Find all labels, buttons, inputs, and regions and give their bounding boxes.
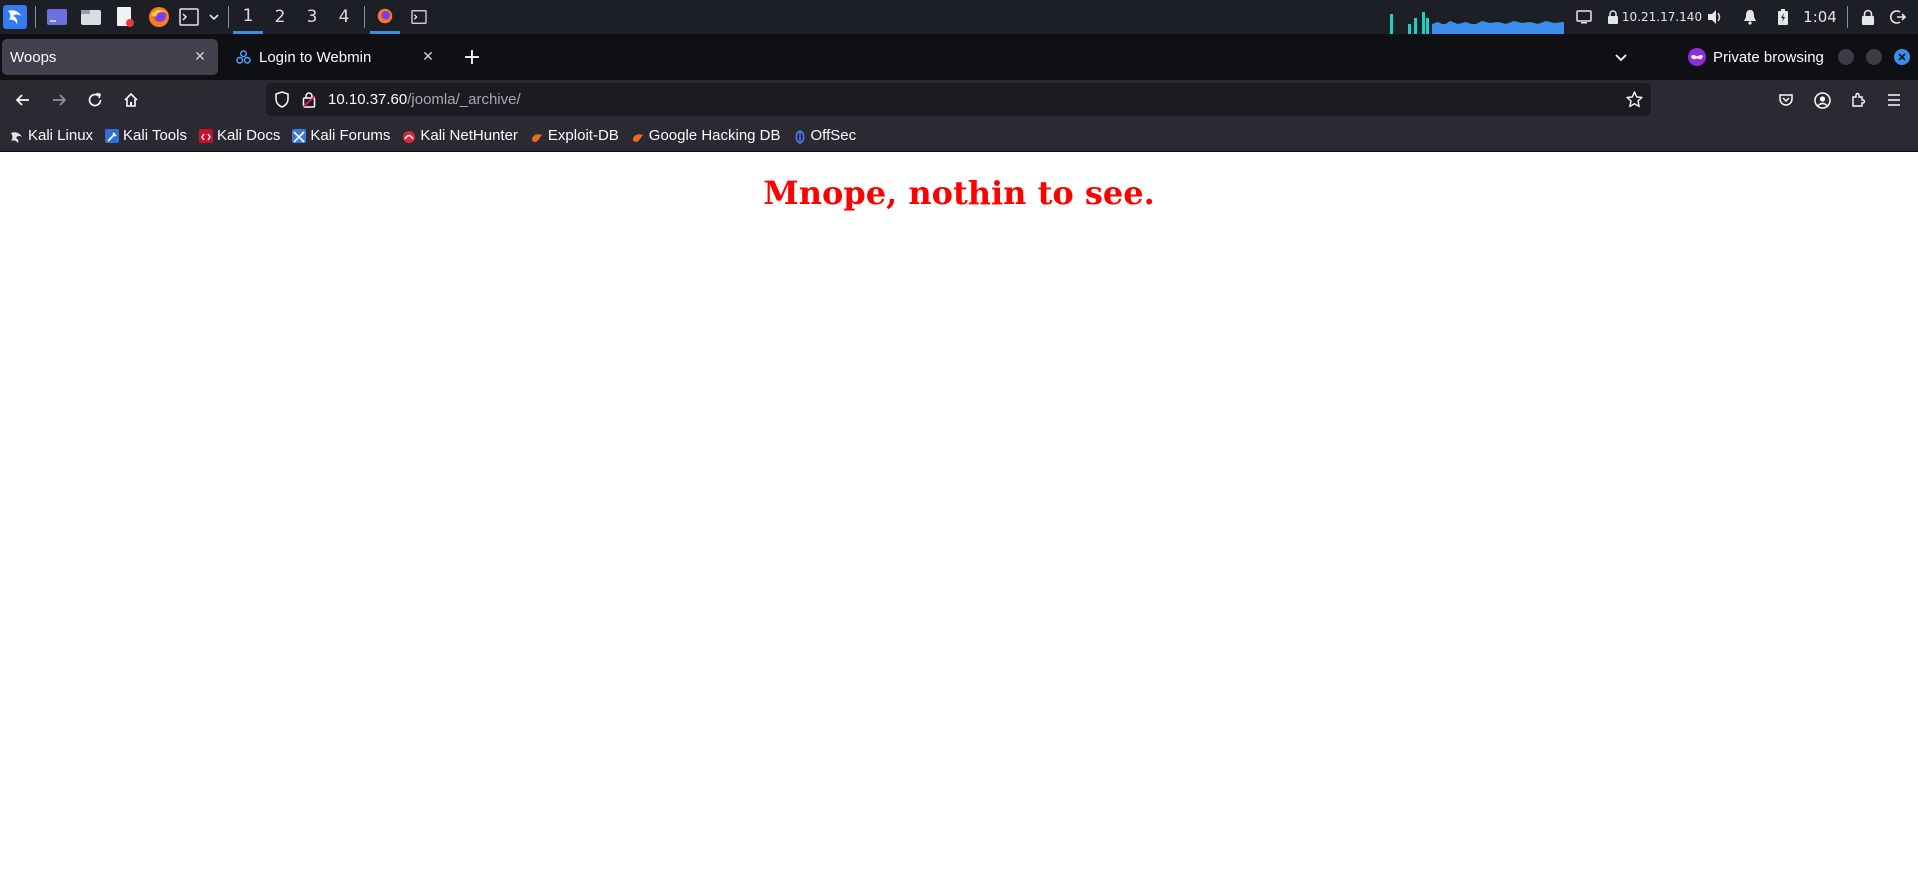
close-tab-icon[interactable]: ✕ <box>418 47 438 67</box>
bookmarks-toolbar: Kali Linux Kali Tools Kali Docs Kali For… <box>0 120 1918 152</box>
workspace-3[interactable]: 3 <box>297 0 327 34</box>
exploit-db-icon <box>530 129 544 143</box>
bookmark-label: Kali Linux <box>28 127 94 144</box>
new-tab-button[interactable]: + <box>458 43 486 71</box>
taskbar-terminal-window[interactable] <box>406 0 432 34</box>
maximize-window-button[interactable] <box>1866 49 1882 65</box>
webmin-favicon-icon <box>236 49 251 65</box>
bookmark-label: Kali Forums <box>310 127 391 144</box>
hamburger-menu-icon[interactable] <box>1878 84 1910 116</box>
bookmark-google-hacking-db[interactable]: Google Hacking DB <box>631 123 781 149</box>
bookmark-label: Google Hacking DB <box>648 127 781 144</box>
pocket-icon[interactable] <box>1770 84 1802 116</box>
kali-forums-icon <box>292 128 307 143</box>
private-browsing-indicator: Private browsing <box>1688 34 1824 80</box>
file-manager-icon[interactable] <box>78 0 104 34</box>
bookmark-kali-docs[interactable]: Kali Docs <box>198 123 281 149</box>
lock-screen-icon[interactable] <box>1858 0 1878 34</box>
text-editor-icon[interactable] <box>112 0 138 34</box>
workspace-1[interactable]: 1 <box>233 0 263 34</box>
back-button[interactable] <box>7 84 39 116</box>
offsec-icon <box>793 129 807 144</box>
kali-tools-icon <box>105 128 120 143</box>
battery-icon[interactable] <box>1774 0 1792 34</box>
chevron-down-icon[interactable] <box>202 0 226 34</box>
list-all-tabs-chevron-icon[interactable] <box>1610 47 1632 69</box>
tab-strip: Woops ✕ Login to Webmin ✕ + Private brow… <box>0 34 1918 80</box>
page-heading: Mnope, nothin to see. <box>763 174 1155 212</box>
notifications-bell-icon[interactable] <box>1740 0 1760 34</box>
bookmark-label: Kali Tools <box>123 127 187 144</box>
bookmark-label: Exploit-DB <box>547 127 619 144</box>
bookmark-label: Kali Docs <box>216 127 281 144</box>
url-text[interactable]: 10.10.37.60/joomla/_archive/ <box>328 83 521 116</box>
insecure-lock-icon[interactable] <box>302 91 316 112</box>
terminal-launcher-icon[interactable] <box>178 0 200 34</box>
bookmark-kali-linux[interactable]: Kali Linux <box>10 123 93 149</box>
tab-title: Login to Webmin <box>259 48 372 66</box>
clock[interactable]: 1:04 <box>1800 0 1840 34</box>
ip-address: 10.21.17.140 <box>1621 10 1703 24</box>
vpn-lock-icon[interactable] <box>1604 0 1622 34</box>
show-desktop-icon[interactable] <box>44 0 70 34</box>
private-mask-icon <box>1688 48 1706 66</box>
workspace-2[interactable]: 2 <box>265 0 295 34</box>
bookmark-label: Kali NetHunter <box>420 127 518 144</box>
home-button[interactable] <box>115 84 147 116</box>
kali-menu-icon[interactable] <box>2 0 28 34</box>
ghdb-icon <box>631 129 645 143</box>
workspace-4[interactable]: 4 <box>329 0 359 34</box>
address-bar[interactable]: 10.10.37.60/joomla/_archive/ <box>266 83 1651 116</box>
system-panel: 1 2 3 4 10.21.17.140 1:04 <box>0 0 1918 34</box>
bookmark-offsec[interactable]: OffSec <box>793 123 857 149</box>
kali-docs-icon <box>198 128 213 143</box>
firefox-launcher-icon[interactable] <box>146 0 172 34</box>
nethunter-icon <box>402 129 416 143</box>
bookmark-kali-tools[interactable]: Kali Tools <box>105 123 187 149</box>
network-monitor-graph <box>1388 0 1568 34</box>
private-browsing-label: Private browsing <box>1713 48 1824 66</box>
close-window-button[interactable] <box>1894 49 1910 65</box>
url-path: /joomla/_archive/ <box>407 91 521 108</box>
taskbar-firefox-window[interactable] <box>370 0 400 34</box>
tracking-protection-shield-icon[interactable] <box>274 91 290 112</box>
forward-button[interactable] <box>43 84 75 116</box>
bookmark-star-icon[interactable] <box>1626 91 1643 112</box>
account-icon[interactable] <box>1806 84 1838 116</box>
close-tab-icon[interactable]: ✕ <box>190 47 210 67</box>
extensions-icon[interactable] <box>1842 84 1874 116</box>
bookmark-label: OffSec <box>810 127 857 144</box>
logout-icon[interactable] <box>1888 0 1908 34</box>
bookmark-kali-nethunter[interactable]: Kali NetHunter <box>402 123 518 149</box>
tab-title: Woops <box>10 48 57 66</box>
volume-icon[interactable] <box>1704 0 1726 34</box>
display-icon[interactable] <box>1574 0 1594 34</box>
kali-dragon-icon <box>10 129 24 143</box>
bookmark-exploit-db[interactable]: Exploit-DB <box>530 123 619 149</box>
bookmark-kali-forums[interactable]: Kali Forums <box>292 123 390 149</box>
reload-button[interactable] <box>79 84 111 116</box>
navigation-toolbar: 10.10.37.60/joomla/_archive/ <box>0 80 1918 120</box>
minimize-window-button[interactable] <box>1838 49 1854 65</box>
page-content: Mnope, nothin to see. <box>0 152 1918 878</box>
tab-login-to-webmin[interactable]: Login to Webmin ✕ <box>228 39 446 75</box>
tab-woops[interactable]: Woops ✕ <box>2 39 218 75</box>
url-host: 10.10.37.60 <box>328 91 408 108</box>
